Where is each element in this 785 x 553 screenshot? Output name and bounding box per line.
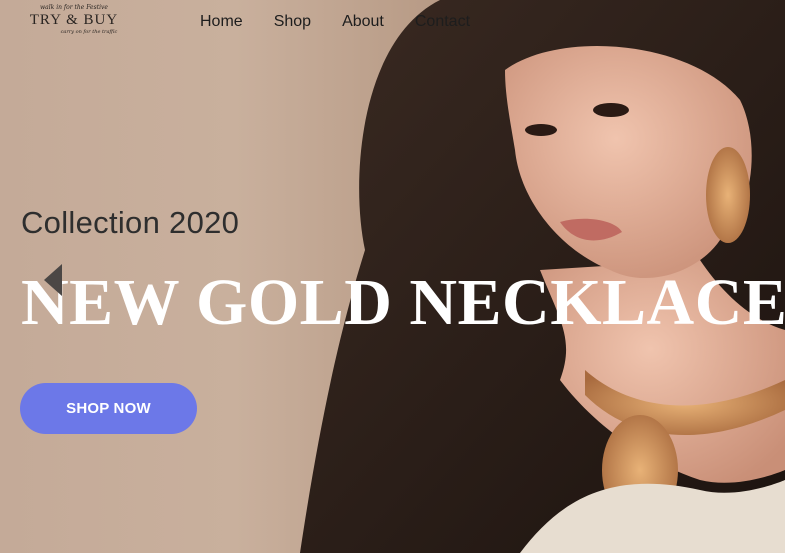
main-nav: Home Shop About Contact (200, 12, 501, 32)
logo-tagline-bottom: carry on for the traffic (60, 29, 118, 35)
logo-brand-name: TRY & BUY (29, 12, 119, 28)
hero-headline: NEW GOLD NECKLACES (21, 266, 785, 339)
nav-about-link[interactable]: About (342, 12, 384, 32)
logo-tagline-top: walk in for the Festive (40, 4, 108, 11)
hero-subtitle: Collection 2020 (21, 205, 240, 240)
slider-prev-arrow-icon[interactable] (44, 264, 62, 296)
shop-now-button[interactable]: SHOP NOW (20, 383, 197, 434)
nav-contact-link[interactable]: Contact (415, 12, 470, 32)
hero-banner: walk in for the Festive TRY & BUY carry … (0, 0, 785, 553)
nav-shop-link[interactable]: Shop (274, 12, 311, 32)
nav-home-link[interactable]: Home (200, 12, 243, 32)
brand-logo[interactable]: walk in for the Festive TRY & BUY carry … (22, 4, 126, 44)
